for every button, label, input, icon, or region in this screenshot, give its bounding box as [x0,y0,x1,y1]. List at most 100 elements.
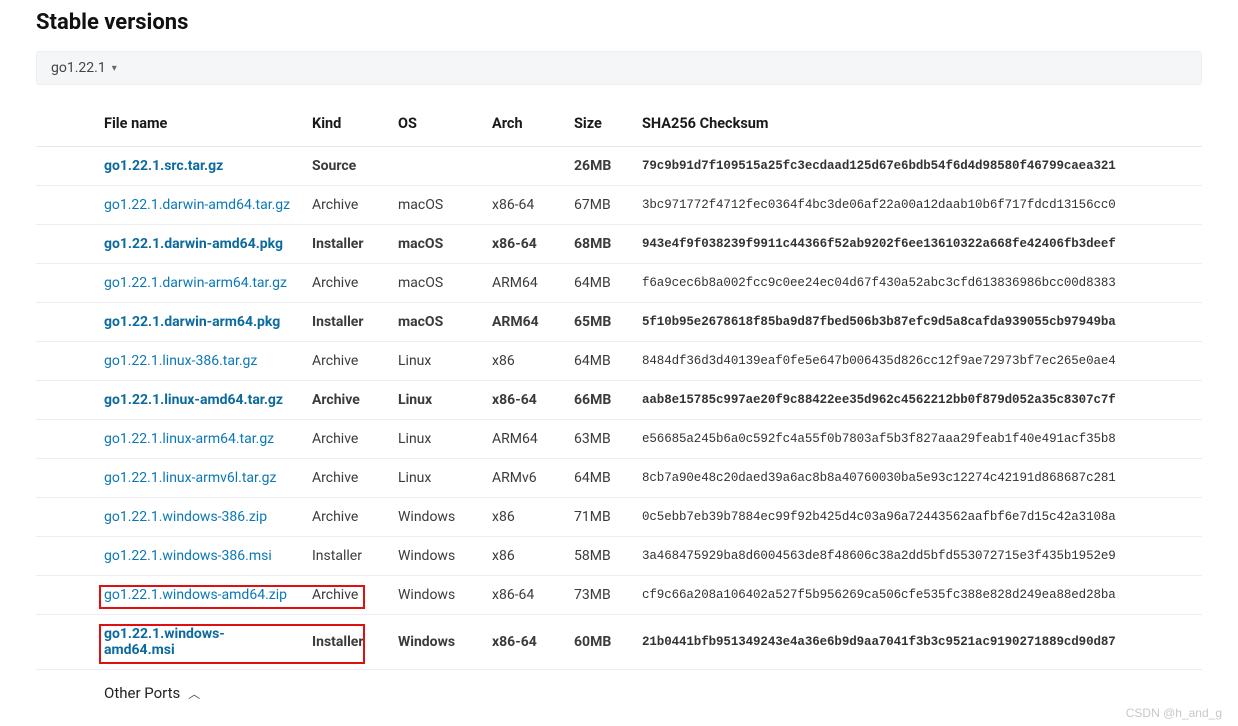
cell-size: 66MB [564,381,632,420]
download-link[interactable]: go1.22.1.linux-arm64.tar.gz [104,431,274,447]
table-row: go1.22.1.darwin-amd64.pkgInstallermacOSx… [36,225,1202,264]
cell-kind: Archive [302,420,388,459]
cell-arch: x86 [482,537,564,576]
download-link[interactable]: go1.22.1.darwin-arm64.tar.gz [104,275,287,291]
cell-sha: e56685a245b6a0c592fc4a55f0b7803af5b3f827… [632,420,1202,459]
cell-kind: Archive [302,381,388,420]
cell-os: Linux [388,342,482,381]
download-link[interactable]: go1.22.1.darwin-amd64.tar.gz [104,197,290,213]
cell-sha: 8cb7a90e48c20daed39a6ac8b8a40760030ba5e9… [632,459,1202,498]
version-dropdown[interactable]: go1.22.1 ▾ [36,51,1202,85]
header-os: OS [388,103,482,147]
watermark: CSDN @h_and_g [1126,706,1222,720]
cell-file: go1.22.1.linux-armv6l.tar.gz [36,459,302,498]
other-ports-toggle[interactable]: Other Ports ︿ [36,670,1202,706]
cell-os: Linux [388,420,482,459]
download-link[interactable]: go1.22.1.linux-armv6l.tar.gz [104,470,276,486]
cell-file: go1.22.1.windows-amd64.msi [36,615,302,670]
cell-size: 63MB [564,420,632,459]
cell-sha: 21b0441bfb951349243e4a36e6b9d9aa7041f3b3… [632,615,1202,670]
cell-size: 64MB [564,459,632,498]
cell-sha: 0c5ebb7eb39b7884ec99f92b425d4c03a96a7244… [632,498,1202,537]
table-header-row: File name Kind OS Arch Size SHA256 Check… [36,103,1202,147]
table-row: go1.22.1.linux-arm64.tar.gz ArchiveLinuxA… [36,420,1202,459]
cell-os: macOS [388,264,482,303]
cell-sha: 8484df36d3d40139eaf0fe5e647b006435d826cc… [632,342,1202,381]
cell-os: Windows [388,615,482,670]
cell-file: go1.22.1.linux-386.tar.gz [36,342,302,381]
cell-file: go1.22.1.windows-386.msi [36,537,302,576]
cell-file: go1.22.1.linux-arm64.tar.gz [36,420,302,459]
download-link[interactable]: go1.22.1.darwin-arm64.pkg [104,314,280,330]
download-link[interactable]: go1.22.1.src.tar.gz [104,158,223,174]
cell-kind: Archive [302,186,388,225]
chevron-up-icon: ︿ [188,685,200,702]
cell-os: Linux [388,381,482,420]
cell-file: go1.22.1.src.tar.gz [36,147,302,186]
cell-size: 68MB [564,225,632,264]
cell-arch: x86 [482,342,564,381]
header-size: Size [564,103,632,147]
cell-sha: 943e4f9f038239f9911c44366f52ab9202f6ee13… [632,225,1202,264]
download-link[interactable]: go1.22.1.windows-amd64.msi [104,626,225,658]
cell-file: go1.22.1.darwin-arm64.pkg [36,303,302,342]
cell-kind: Archive [302,576,388,615]
cell-size: 26MB [564,147,632,186]
cell-os: macOS [388,303,482,342]
table-row: go1.22.1.linux-amd64.tar.gz ArchiveLinuxx… [36,381,1202,420]
table-row: go1.22.1.darwin-amd64.tar.gzArchivemacOS… [36,186,1202,225]
cell-size: 73MB [564,576,632,615]
version-label: go1.22.1 [51,60,106,76]
cell-sha: 79c9b91d7f109515a25fc3ecdaad125d67e6bdb5… [632,147,1202,186]
table-row: go1.22.1.windows-amd64.zip ArchiveWindows… [36,576,1202,615]
download-link[interactable]: go1.22.1.linux-amd64.tar.gz [104,392,283,408]
table-row: go1.22.1.windows-386.msi InstallerWindows… [36,537,1202,576]
cell-size: 65MB [564,303,632,342]
cell-kind: Installer [302,303,388,342]
header-file: File name [36,103,302,147]
cell-sha: cf9c66a208a106402a527f5b956269ca506cfe53… [632,576,1202,615]
cell-size: 64MB [564,342,632,381]
cell-arch: ARM64 [482,303,564,342]
cell-arch: x86-64 [482,615,564,670]
table-row: go1.22.1.linux-386.tar.gz ArchiveLinuxx86… [36,342,1202,381]
cell-arch: x86-64 [482,381,564,420]
download-link[interactable]: go1.22.1.linux-386.tar.gz [104,353,257,369]
cell-os: Windows [388,537,482,576]
cell-os: Linux [388,459,482,498]
caret-down-icon: ▾ [112,63,117,74]
cell-file: go1.22.1.darwin-arm64.tar.gz [36,264,302,303]
other-ports-label: Other Ports [104,684,180,702]
download-link[interactable]: go1.22.1.windows-amd64.zip [104,587,287,603]
page-title: Stable versions [36,10,1202,35]
cell-os: Windows [388,576,482,615]
download-link[interactable]: go1.22.1.windows-386.msi [104,548,272,564]
cell-sha: 3bc971772f4712fec0364f4bc3de06af22a00a12… [632,186,1202,225]
cell-arch: ARM64 [482,420,564,459]
header-kind: Kind [302,103,388,147]
table-row: go1.22.1.windows-amd64.msi InstallerWindo… [36,615,1202,670]
cell-kind: Installer [302,615,388,670]
cell-kind: Archive [302,498,388,537]
table-row: go1.22.1.darwin-arm64.pkg InstallermacOSA… [36,303,1202,342]
cell-kind: Archive [302,459,388,498]
cell-arch: ARMv6 [482,459,564,498]
cell-arch: ARM64 [482,264,564,303]
cell-kind: Installer [302,537,388,576]
cell-file: go1.22.1.darwin-amd64.pkg [36,225,302,264]
cell-kind: Archive [302,342,388,381]
table-row: go1.22.1.windows-386.zipArchiveWindowsx8… [36,498,1202,537]
cell-arch: x86-64 [482,186,564,225]
table-row: go1.22.1.darwin-arm64.tar.gz ArchivemacOS… [36,264,1202,303]
cell-sha: 3a468475929ba8d6004563de8f48606c38a2dd5b… [632,537,1202,576]
cell-arch [482,147,564,186]
cell-arch: x86-64 [482,576,564,615]
cell-size: 58MB [564,537,632,576]
table-row: go1.22.1.linux-armv6l.tar.gz ArchiveLinux… [36,459,1202,498]
cell-kind: Archive [302,264,388,303]
cell-sha: aab8e15785c997ae20f9c88422ee35d962c45622… [632,381,1202,420]
download-link[interactable]: go1.22.1.darwin-amd64.pkg [104,236,283,252]
download-link[interactable]: go1.22.1.windows-386.zip [104,509,267,525]
cell-kind: Source [302,147,388,186]
cell-os [388,147,482,186]
